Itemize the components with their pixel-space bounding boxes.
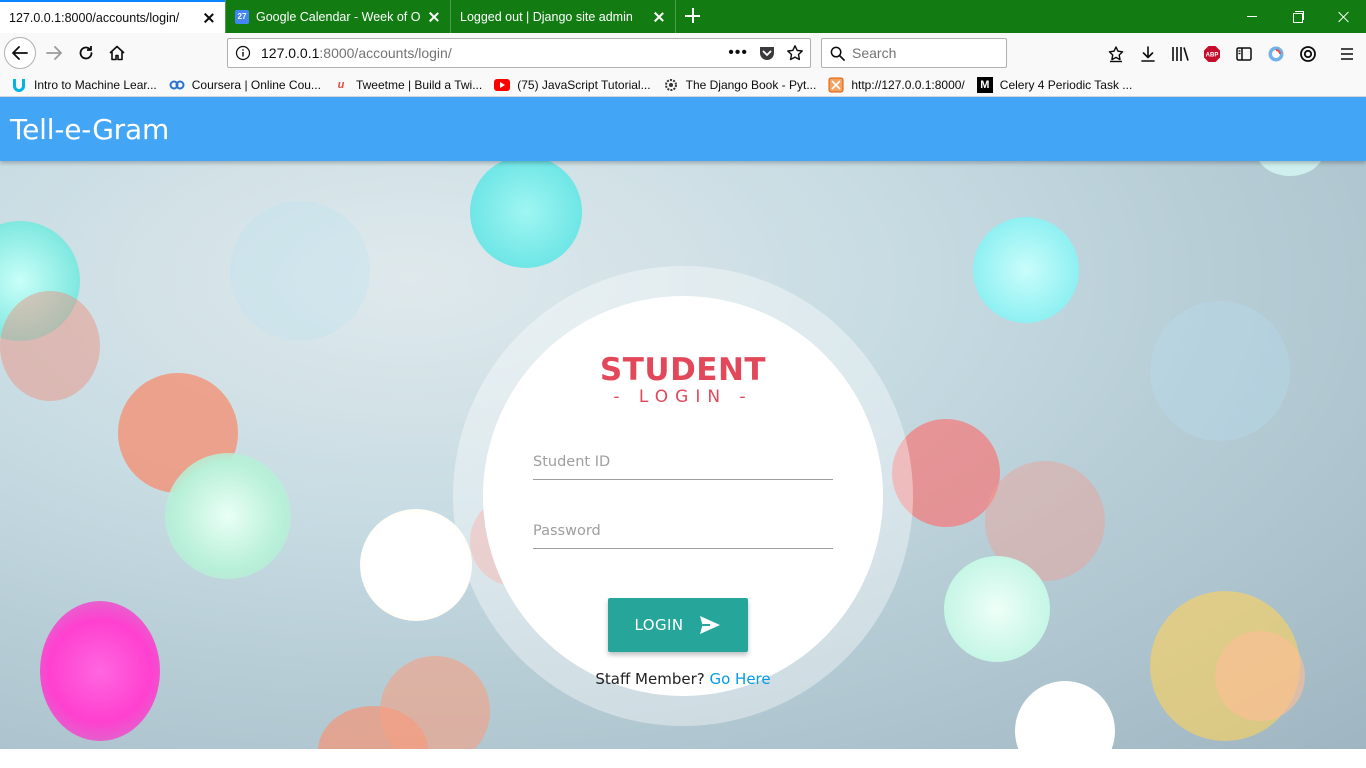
reload-button[interactable] bbox=[70, 37, 102, 69]
login-card: STUDENT - LOGIN - LOGIN Staff Member? Go… bbox=[483, 296, 883, 696]
youtube-icon bbox=[494, 77, 511, 93]
forward-arrow-icon bbox=[46, 46, 62, 60]
page-footer-strip bbox=[0, 749, 1366, 768]
login-title: STUDENT bbox=[599, 352, 767, 388]
home-icon bbox=[109, 45, 125, 61]
library-icon[interactable] bbox=[1169, 43, 1191, 65]
login-button-label: LOGIN bbox=[634, 616, 684, 634]
bookmarks-toolbar: Intro to Machine Lear... Coursera | Onli… bbox=[0, 73, 1366, 97]
brand-logo[interactable]: Tell-e-Gram bbox=[10, 113, 169, 146]
tab-accounts-login[interactable]: 127.0.0.1:8000/accounts/login/ bbox=[0, 0, 225, 33]
url-text: 127.0.0.1:8000/accounts/login/ bbox=[261, 45, 452, 61]
pocket-icon[interactable] bbox=[758, 44, 776, 62]
page-actions: ••• bbox=[728, 44, 810, 62]
bookmark-django-book[interactable]: The Django Book - Pyt... bbox=[663, 77, 816, 93]
search-input[interactable] bbox=[852, 45, 992, 61]
back-arrow-icon bbox=[12, 46, 28, 60]
search-bar[interactable] bbox=[821, 38, 1007, 68]
bookmark-manager-icon[interactable] bbox=[1105, 43, 1127, 65]
adblock-plus-icon[interactable]: ABP bbox=[1201, 43, 1223, 65]
page-content: Tell-e-Gram STUDENT - LOGIN - LOGIN bbox=[0, 97, 1366, 768]
address-bar[interactable]: 127.0.0.1:8000/accounts/login/ ••• bbox=[227, 38, 811, 68]
student-id-input[interactable] bbox=[533, 444, 833, 480]
sync-extension-icon[interactable] bbox=[1297, 43, 1319, 65]
staff-login-prompt: Staff Member? Go Here bbox=[483, 670, 883, 688]
login-subtitle: - LOGIN - bbox=[613, 387, 753, 407]
staff-prompt-text: Staff Member? bbox=[595, 670, 710, 688]
udacity-icon bbox=[11, 77, 27, 93]
search-icon bbox=[830, 46, 845, 61]
tab-title: 127.0.0.1:8000/accounts/login/ bbox=[9, 10, 180, 25]
restore-window-button[interactable] bbox=[1274, 0, 1320, 33]
tweetme-icon: u bbox=[337, 78, 345, 91]
coursera-icon bbox=[169, 77, 185, 93]
new-tab-button[interactable] bbox=[675, 0, 707, 33]
browser-tab-bar: 127.0.0.1:8000/accounts/login/ 27 Google… bbox=[0, 0, 1366, 33]
bookmark-youtube[interactable]: (75) JavaScript Tutorial... bbox=[494, 77, 651, 93]
svg-text:ABP: ABP bbox=[1206, 53, 1219, 59]
bookmark-star-icon[interactable] bbox=[786, 44, 804, 62]
tab-google-calendar[interactable]: 27 Google Calendar - Week of October bbox=[225, 0, 450, 33]
home-button[interactable] bbox=[101, 37, 133, 69]
close-window-button[interactable] bbox=[1320, 0, 1366, 33]
staff-login-link[interactable]: Go Here bbox=[709, 670, 770, 688]
downloads-icon[interactable] bbox=[1137, 43, 1159, 65]
bookmark-coursera[interactable]: Coursera | Online Cou... bbox=[169, 77, 321, 93]
medium-icon: M bbox=[976, 76, 993, 93]
password-input[interactable] bbox=[533, 513, 833, 549]
hamburger-menu-icon[interactable] bbox=[1336, 43, 1358, 65]
django-gear-icon bbox=[663, 77, 679, 93]
browser-nav-bar: 127.0.0.1:8000/accounts/login/ ••• ABP bbox=[0, 33, 1366, 73]
calendar-icon: 27 bbox=[235, 9, 249, 24]
tab-title: Google Calendar - Week of October bbox=[256, 9, 420, 24]
close-tab-icon[interactable] bbox=[426, 9, 442, 25]
sidebar-icon[interactable] bbox=[1233, 43, 1255, 65]
tab-django-admin[interactable]: Logged out | Django site admin bbox=[450, 0, 675, 33]
site-info-icon[interactable] bbox=[228, 45, 258, 61]
bookmark-localhost[interactable]: http://127.0.0.1:8000/ bbox=[828, 77, 965, 93]
app-header: Tell-e-Gram bbox=[0, 97, 1366, 161]
login-button[interactable]: LOGIN bbox=[608, 598, 748, 652]
broken-page-icon bbox=[828, 77, 844, 93]
close-tab-icon[interactable] bbox=[651, 9, 667, 25]
more-actions-icon[interactable]: ••• bbox=[728, 44, 748, 62]
forward-button[interactable] bbox=[38, 37, 70, 69]
bokeh-background: STUDENT - LOGIN - LOGIN Staff Member? Go… bbox=[0, 161, 1366, 749]
bookmark-udacity[interactable]: Intro to Machine Lear... bbox=[11, 77, 157, 93]
bookmark-celery[interactable]: M Celery 4 Periodic Task ... bbox=[976, 76, 1132, 93]
minimize-window-button[interactable] bbox=[1228, 0, 1274, 33]
back-button[interactable] bbox=[4, 37, 36, 69]
send-icon bbox=[700, 616, 721, 634]
close-tab-icon[interactable] bbox=[201, 10, 217, 26]
tab-title: Logged out | Django site admin bbox=[460, 9, 633, 24]
bookmark-tweetme[interactable]: u Tweetme | Build a Twi... bbox=[333, 77, 483, 93]
extension-icon[interactable] bbox=[1265, 43, 1287, 65]
reload-icon bbox=[79, 46, 93, 60]
